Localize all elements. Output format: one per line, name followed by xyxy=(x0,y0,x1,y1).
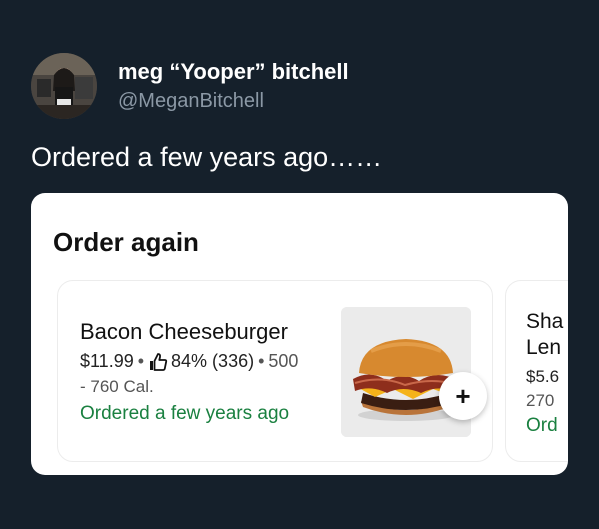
item-rating: 84% (336) xyxy=(171,351,255,371)
add-to-cart-button[interactable]: + xyxy=(439,372,487,420)
item-name: Sha Len xyxy=(526,309,568,361)
item-meta: $11.99 • 84% (336) • 500 xyxy=(80,351,298,372)
display-name[interactable]: meg “Yooper” bitchell xyxy=(118,59,349,85)
ordered-status: Ord xyxy=(526,415,558,436)
separator-dot: • xyxy=(137,351,145,371)
tweet-text: Ordered a few years ago…… xyxy=(31,142,383,172)
user-handle[interactable]: @MeganBitchell xyxy=(118,90,264,113)
item-name-line2: Len xyxy=(526,336,562,359)
item-name-line1: Sha xyxy=(526,310,564,333)
item-calories: 270 xyxy=(526,391,555,410)
separator-dot: • xyxy=(258,351,265,371)
profile-photo-icon xyxy=(31,53,97,119)
order-again-card: Order again Bacon Cheeseburger $11.99 • … xyxy=(31,193,568,475)
item-name: Bacon Cheeseburger xyxy=(80,319,288,344)
order-item-partial[interactable]: Sha Len $5.6 270 Ord xyxy=(505,280,568,462)
tweet: meg “Yooper” bitchell @MeganBitchell Ord… xyxy=(0,0,599,529)
item-calories-end: - 760 Cal. xyxy=(80,377,154,396)
card-title: Order again xyxy=(53,227,199,257)
order-item-bacon-cheeseburger[interactable]: Bacon Cheeseburger $11.99 • 84% (336) • … xyxy=(57,280,493,462)
avatar[interactable] xyxy=(31,53,97,119)
thumbs-up-icon xyxy=(148,352,168,372)
ordered-status: Ordered a few years ago xyxy=(80,403,290,424)
item-price: $5.6 xyxy=(526,367,560,386)
item-calories-start: 500 xyxy=(268,351,299,371)
item-price: $11.99 xyxy=(80,351,134,371)
plus-icon: + xyxy=(455,380,471,411)
